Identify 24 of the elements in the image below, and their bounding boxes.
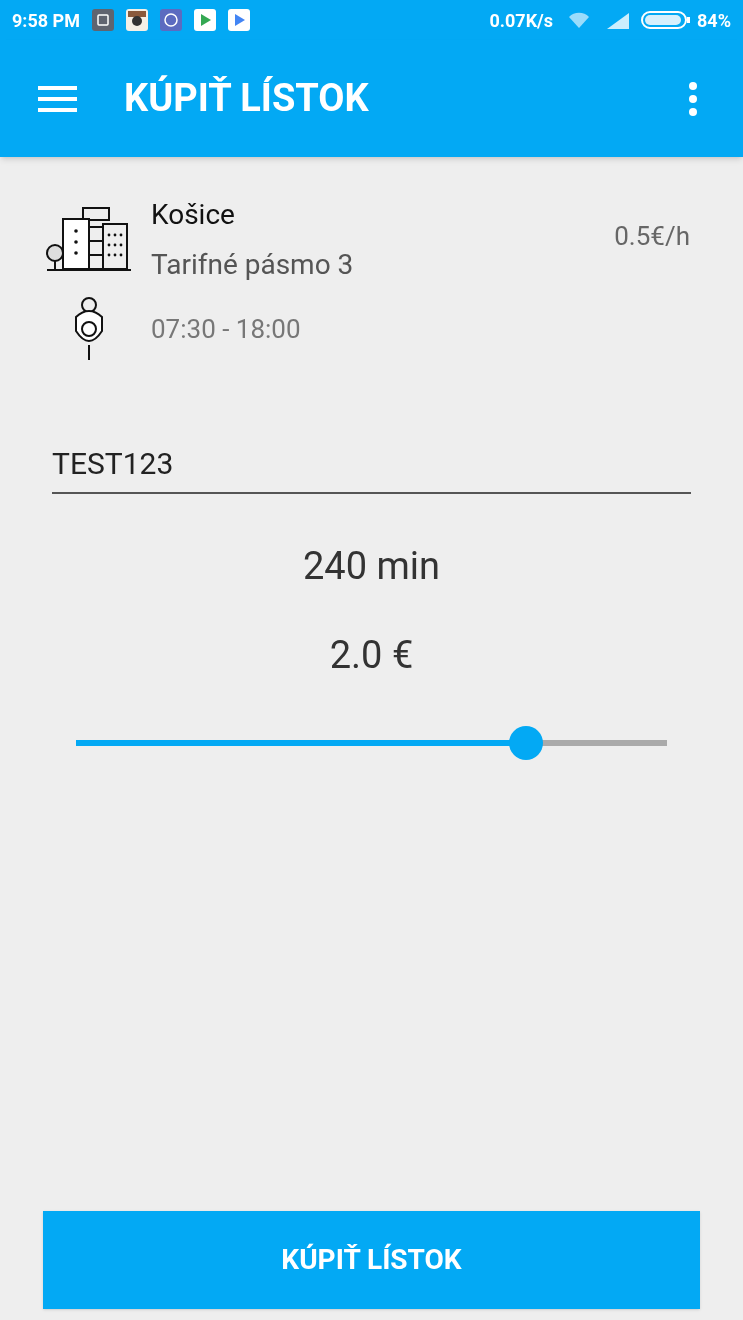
notification-icon	[125, 9, 148, 31]
city-name: Košice	[151, 197, 236, 233]
license-plate-field[interactable]: TEST123	[52, 441, 691, 494]
menu-icon	[38, 84, 77, 113]
signal-icon	[605, 11, 632, 29]
battery-percent: 84%	[697, 8, 731, 33]
duration-slider[interactable]	[76, 726, 667, 760]
more-options-icon	[689, 81, 697, 116]
duration-value: 240 min	[302, 543, 440, 590]
notification-icon	[193, 9, 216, 31]
status-time: 9:58 PM	[12, 8, 80, 33]
network-speed: 0.07K/s	[489, 8, 554, 33]
notification-icon	[91, 9, 114, 31]
tariff-zone: Tarifné pásmo 3	[151, 247, 354, 283]
city-buildings-icon	[45, 205, 133, 273]
hourly-rate: 0.5€/h	[614, 220, 690, 253]
wifi-icon	[567, 11, 592, 29]
battery-icon	[641, 10, 692, 30]
app-bar-title: KÚPIŤ LÍSTOK	[124, 74, 369, 122]
parking-hours: 07:30 - 18:00	[151, 312, 301, 346]
price-value: 2.0 €	[329, 632, 414, 679]
slider-thumb[interactable]	[509, 726, 544, 760]
notification-icon	[159, 9, 182, 31]
notification-icon	[227, 9, 250, 31]
